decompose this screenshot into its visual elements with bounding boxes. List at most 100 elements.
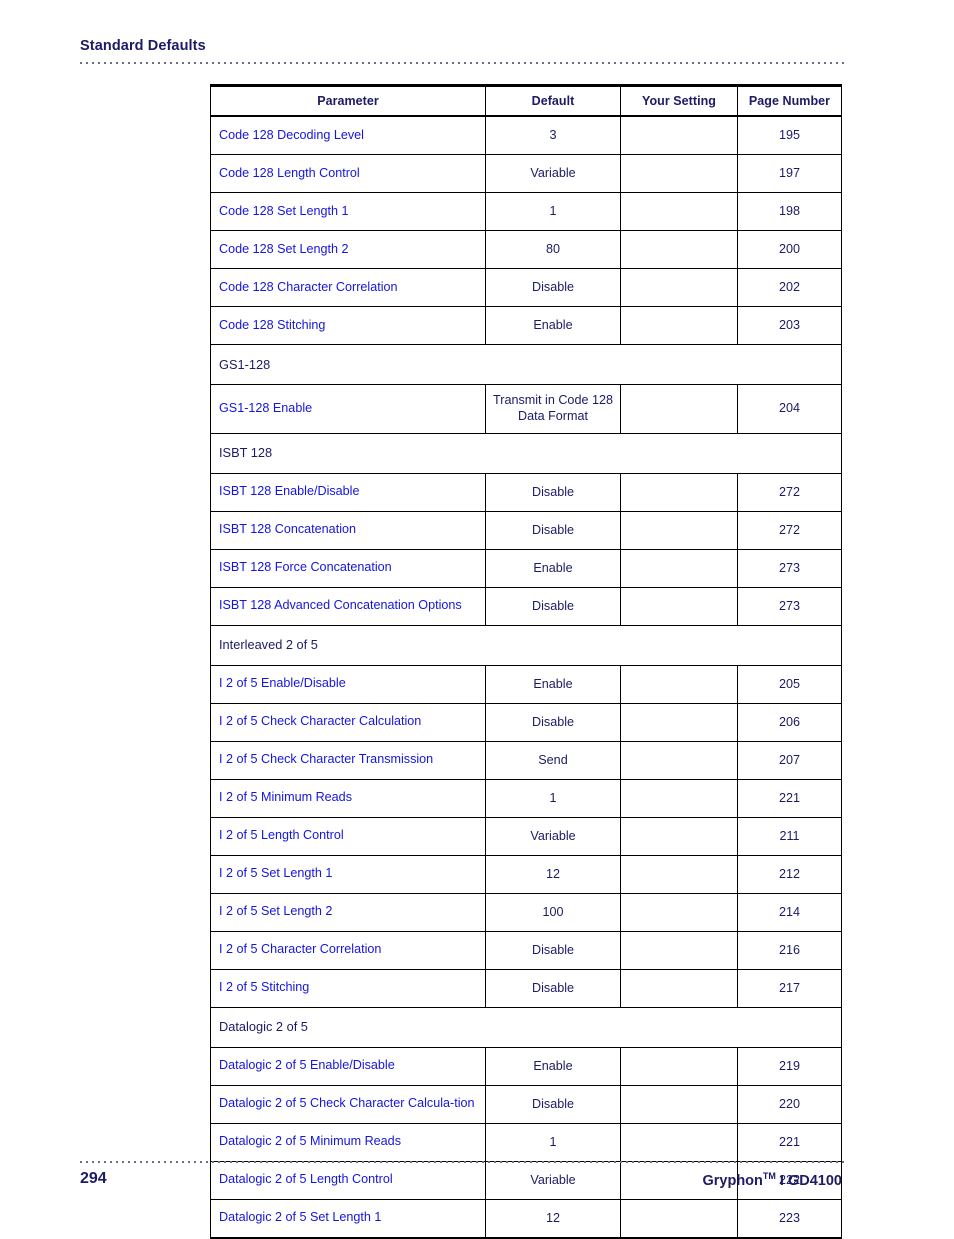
parameter-link[interactable]: Datalogic 2 of 5 Check Character Calcula… xyxy=(210,1085,486,1124)
page-number-value[interactable]: 220 xyxy=(737,1085,842,1124)
your-setting-cell[interactable] xyxy=(620,779,738,818)
page-number-value[interactable]: 203 xyxy=(737,306,842,345)
default-value: Disable xyxy=(485,703,621,742)
default-value: 12 xyxy=(485,1199,621,1239)
default-value: Disable xyxy=(485,1085,621,1124)
footer-product-name: Gryphon xyxy=(702,1172,763,1189)
your-setting-cell[interactable] xyxy=(620,855,738,894)
parameter-link[interactable]: I 2 of 5 Set Length 1 xyxy=(210,855,486,894)
page-number-value[interactable]: 195 xyxy=(737,116,842,155)
parameter-link[interactable]: Datalogic 2 of 5 Minimum Reads xyxy=(210,1123,486,1162)
page-number-value[interactable]: 200 xyxy=(737,230,842,269)
table-row: I 2 of 5 Length Control Variable 211 xyxy=(210,817,842,856)
default-value: Disable xyxy=(485,268,621,307)
parameter-link[interactable]: GS1-128 Enable xyxy=(210,384,486,434)
default-value: 12 xyxy=(485,855,621,894)
table-row: I 2 of 5 Set Length 2 100 214 xyxy=(210,893,842,932)
your-setting-cell[interactable] xyxy=(620,817,738,856)
your-setting-cell[interactable] xyxy=(620,473,738,512)
default-value: Enable xyxy=(485,665,621,704)
parameter-link[interactable]: Datalogic 2 of 5 Enable/Disable xyxy=(210,1047,486,1086)
section-label: Interleaved 2 of 5 xyxy=(210,625,842,666)
parameter-link[interactable]: Code 128 Length Control xyxy=(210,154,486,193)
page-number-value[interactable]: 204 xyxy=(737,384,842,434)
table-section-row: Datalogic 2 of 5 xyxy=(210,1007,842,1048)
table-row: Code 128 Set Length 1 1 198 xyxy=(210,192,842,231)
page-number-value[interactable]: 217 xyxy=(737,969,842,1008)
your-setting-cell[interactable] xyxy=(620,511,738,550)
your-setting-cell[interactable] xyxy=(620,1199,738,1239)
footer-model: I GD4100 xyxy=(775,1172,842,1189)
your-setting-cell[interactable] xyxy=(620,1047,738,1086)
parameter-link[interactable]: I 2 of 5 Check Character Calculation xyxy=(210,703,486,742)
parameter-link[interactable]: ISBT 128 Advanced Concatenation Options xyxy=(210,587,486,626)
your-setting-cell[interactable] xyxy=(620,384,738,434)
your-setting-cell[interactable] xyxy=(620,665,738,704)
page-number-value[interactable]: 216 xyxy=(737,931,842,970)
parameter-link[interactable]: Code 128 Set Length 2 xyxy=(210,230,486,269)
page-number-value[interactable]: 207 xyxy=(737,741,842,780)
your-setting-cell[interactable] xyxy=(620,587,738,626)
parameter-link[interactable]: Code 128 Stitching xyxy=(210,306,486,345)
parameter-link[interactable]: I 2 of 5 Stitching xyxy=(210,969,486,1008)
parameter-link[interactable]: I 2 of 5 Check Character Transmission xyxy=(210,741,486,780)
parameter-link[interactable]: I 2 of 5 Set Length 2 xyxy=(210,893,486,932)
your-setting-cell[interactable] xyxy=(620,969,738,1008)
your-setting-cell[interactable] xyxy=(620,192,738,231)
page-number-value[interactable]: 273 xyxy=(737,587,842,626)
parameter-link[interactable]: I 2 of 5 Minimum Reads xyxy=(210,779,486,818)
parameter-link[interactable]: ISBT 128 Concatenation xyxy=(210,511,486,550)
parameter-link[interactable]: I 2 of 5 Enable/Disable xyxy=(210,665,486,704)
parameter-link[interactable]: Code 128 Character Correlation xyxy=(210,268,486,307)
your-setting-cell[interactable] xyxy=(620,703,738,742)
your-setting-cell[interactable] xyxy=(620,1085,738,1124)
page-number-value[interactable]: 205 xyxy=(737,665,842,704)
table-body: Code 128 Decoding Level 3 195 Code 128 Leng… xyxy=(210,116,842,1239)
page-number-value[interactable]: 272 xyxy=(737,511,842,550)
parameter-link[interactable]: Datalogic 2 of 5 Set Length 1 xyxy=(210,1199,486,1239)
page-number-value[interactable]: 223 xyxy=(737,1199,842,1239)
parameter-link[interactable]: ISBT 128 Force Concatenation xyxy=(210,549,486,588)
your-setting-cell[interactable] xyxy=(620,268,738,307)
table-section-row: GS1-128 xyxy=(210,344,842,385)
table-row: Datalogic 2 of 5 Set Length 1 12 223 xyxy=(210,1199,842,1239)
your-setting-cell[interactable] xyxy=(620,549,738,588)
page-number-value[interactable]: 211 xyxy=(737,817,842,856)
page-number-value[interactable]: 212 xyxy=(737,855,842,894)
your-setting-cell[interactable] xyxy=(620,116,738,155)
default-value: 1 xyxy=(485,1123,621,1162)
your-setting-cell[interactable] xyxy=(620,1123,738,1162)
parameter-link[interactable]: Code 128 Set Length 1 xyxy=(210,192,486,231)
page-number-value[interactable]: 219 xyxy=(737,1047,842,1086)
page-number-value[interactable]: 202 xyxy=(737,268,842,307)
page-number-value[interactable]: 206 xyxy=(737,703,842,742)
parameter-link[interactable]: I 2 of 5 Character Correlation xyxy=(210,931,486,970)
table-row: Code 128 Stitching Enable 203 xyxy=(210,306,842,345)
page-number-value[interactable]: 272 xyxy=(737,473,842,512)
column-header-default: Default xyxy=(485,84,621,117)
default-value: 3 xyxy=(485,116,621,155)
footer-product-label: GryphonTM I GD4100 xyxy=(702,1171,842,1189)
default-value: Send xyxy=(485,741,621,780)
page-number-value[interactable]: 221 xyxy=(737,1123,842,1162)
table-row: I 2 of 5 Set Length 1 12 212 xyxy=(210,855,842,894)
your-setting-cell[interactable] xyxy=(620,893,738,932)
your-setting-cell[interactable] xyxy=(620,931,738,970)
parameter-link[interactable]: Code 128 Decoding Level xyxy=(210,116,486,155)
your-setting-cell[interactable] xyxy=(620,741,738,780)
page-number-value[interactable]: 214 xyxy=(737,893,842,932)
footer-dotted-rule xyxy=(80,1161,844,1163)
your-setting-cell[interactable] xyxy=(620,154,738,193)
header-dotted-rule xyxy=(80,62,844,64)
page-number-value[interactable]: 198 xyxy=(737,192,842,231)
parameter-link[interactable]: I 2 of 5 Length Control xyxy=(210,817,486,856)
your-setting-cell[interactable] xyxy=(620,230,738,269)
page-number-value[interactable]: 273 xyxy=(737,549,842,588)
table-row: GS1-128 Enable Transmit in Code 128 Data … xyxy=(210,384,842,434)
parameter-link[interactable]: ISBT 128 Enable/Disable xyxy=(210,473,486,512)
default-value: 100 xyxy=(485,893,621,932)
page-number-value[interactable]: 221 xyxy=(737,779,842,818)
parameter-link[interactable]: Datalogic 2 of 5 Length Control xyxy=(210,1161,486,1200)
page-number-value[interactable]: 197 xyxy=(737,154,842,193)
your-setting-cell[interactable] xyxy=(620,306,738,345)
